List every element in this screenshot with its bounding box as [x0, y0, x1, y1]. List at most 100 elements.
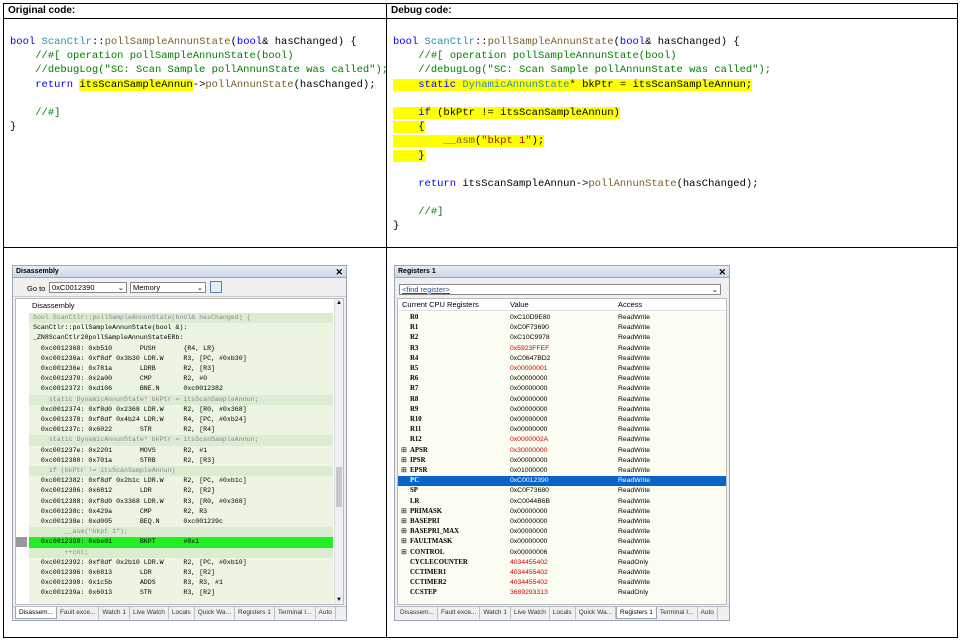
- register-value[interactable]: 0x00000000: [510, 415, 547, 425]
- register-value[interactable]: 0xC10C9978: [510, 333, 550, 343]
- register-row-r2[interactable]: R2 0xC10C9978 ReadWrite: [398, 333, 726, 343]
- register-value[interactable]: 0xC0012390: [510, 476, 549, 486]
- asm-line[interactable]: 0xc001237c: 0x6022 STR R2, [R4]: [29, 425, 333, 435]
- register-row-r1[interactable]: R1 0xC0F73690 ReadWrite: [398, 323, 726, 333]
- register-row-r8[interactable]: R8 0x00000000 ReadWrite: [398, 395, 726, 405]
- tab-locals[interactable]: Locals: [169, 607, 195, 619]
- asm-line[interactable]: 0xc0012380: 0x701a STRB R2, [R3]: [29, 456, 333, 466]
- tab-live-watch[interactable]: Live Watch: [511, 607, 550, 619]
- asm-line[interactable]: 0xc0012388: 0xf8d0 0x3368 LDR.W R3, [R0,…: [29, 497, 333, 507]
- register-row-basepri_max[interactable]: ⊞ BASEPRI_MAX 0x00000000 ReadWrite: [398, 527, 726, 537]
- asm-line[interactable]: 0xc0012396: 0x6813 LDR R3, [R2]: [29, 568, 333, 578]
- register-value[interactable]: 0x00000000: [510, 456, 547, 466]
- register-value[interactable]: 0x00000000: [510, 395, 547, 405]
- expand-icon[interactable]: ⊞: [401, 537, 407, 547]
- expand-icon[interactable]: ⊞: [401, 456, 407, 466]
- asm-line[interactable]: 0xc0012382: 0xf8df 0x2b1c LDR.W R2, [PC,…: [29, 476, 333, 486]
- scroll-down-arrow-icon[interactable]: ▼: [336, 597, 342, 603]
- asm-line[interactable]: 0xc0012368: 0xb510 PUSH {R4, LR}: [29, 344, 333, 354]
- expand-icon[interactable]: ⊞: [401, 548, 407, 558]
- register-row-faultmask[interactable]: ⊞ FAULTMASK 0x00000000 ReadWrite: [398, 537, 726, 547]
- register-row-epsr[interactable]: ⊞ EPSR 0x01000000 ReadWrite: [398, 466, 726, 476]
- tab-disassem[interactable]: Disassem...: [15, 607, 57, 619]
- register-value[interactable]: 0x00000000: [510, 537, 547, 547]
- goto-address-combo[interactable]: 0xC0012390 ⌄: [49, 282, 127, 293]
- register-value[interactable]: 0x00000001: [510, 364, 547, 374]
- register-row-control[interactable]: ⊞ CONTROL 0x00000006 ReadWrite: [398, 548, 726, 558]
- tab-disassem[interactable]: Disassem...: [397, 607, 438, 619]
- register-row-cctimer1[interactable]: CCTIMER1 4034455402 ReadWrite: [398, 568, 726, 578]
- register-value[interactable]: 0x00000000: [510, 374, 547, 384]
- register-value[interactable]: 0x30000000: [510, 446, 547, 456]
- register-row-r12[interactable]: R12 0x0000002A ReadWrite: [398, 435, 726, 445]
- register-value[interactable]: 0x00000000: [510, 507, 547, 517]
- asm-line[interactable]: 0xc0012386: 0x6812 LDR R2, [R2]: [29, 486, 333, 496]
- asm-line[interactable]: 0xc0012398: 0x1c5b ADDS R3, R3, #1: [29, 578, 333, 588]
- register-row-r9[interactable]: R9 0x00000000 ReadWrite: [398, 405, 726, 415]
- register-value[interactable]: 4034455402: [510, 558, 548, 568]
- asm-line[interactable]: 0xc001238c: 0x429a CMP R2, R3: [29, 507, 333, 517]
- find-register-combo[interactable]: <find register> ⌄: [399, 284, 721, 295]
- page-icon-button[interactable]: [210, 281, 222, 293]
- register-row-r10[interactable]: R10 0x00000000 ReadWrite: [398, 415, 726, 425]
- col-value[interactable]: Value: [510, 299, 529, 311]
- source-line[interactable]: __asm("bkpt 1");: [29, 527, 333, 538]
- register-row-primask[interactable]: ⊞ PRIMASK 0x00000000 ReadWrite: [398, 507, 726, 517]
- close-icon[interactable]: ✕: [335, 266, 343, 278]
- register-value[interactable]: 0x5923FFEF: [510, 344, 549, 354]
- asm-line[interactable]: 0xc0012392: 0xf8df 0x2b10 LDR.W R2, [PC,…: [29, 558, 333, 568]
- register-row-r7[interactable]: R7 0x00000000 ReadWrite: [398, 384, 726, 394]
- asm-line[interactable]: 0xc001239a: 0x6013 STR R3, [R2]: [29, 588, 333, 598]
- source-line[interactable]: static DynamicAnnunState* bkPtr = itsSca…: [29, 435, 333, 446]
- vertical-scrollbar[interactable]: ▲ ▼: [334, 299, 343, 604]
- register-row-r3[interactable]: R3 0x5923FFEF ReadWrite: [398, 344, 726, 354]
- asm-line[interactable]: 0xc001236e: 0x781a LDRB R2, [R3]: [29, 364, 333, 374]
- register-value[interactable]: 0x00000006: [510, 548, 547, 558]
- register-row-ipsr[interactable]: ⊞ IPSR 0x00000000 ReadWrite: [398, 456, 726, 466]
- scroll-up-arrow-icon[interactable]: ▲: [336, 300, 342, 306]
- register-value[interactable]: 0xC10D9E80: [510, 313, 550, 323]
- expand-icon[interactable]: ⊞: [401, 507, 407, 517]
- register-row-basepri[interactable]: ⊞ BASEPRI 0x00000000 ReadWrite: [398, 517, 726, 527]
- tab-quick-wa[interactable]: Quick Wa...: [576, 607, 617, 619]
- register-value[interactable]: 0xC0647BD2: [510, 354, 550, 364]
- register-row-cctimer2[interactable]: CCTIMER2 4034455402 ReadWrite: [398, 578, 726, 588]
- register-value[interactable]: 4034455402: [510, 568, 548, 578]
- register-value[interactable]: 0x00000000: [510, 425, 547, 435]
- tab-fault-exce[interactable]: Fault exce...: [57, 607, 100, 619]
- register-value[interactable]: 0x00000000: [510, 384, 547, 394]
- tab-locals[interactable]: Locals: [550, 607, 576, 619]
- current-instruction-line[interactable]: 0xc0012390: 0xbe01 BKPT #0x1: [29, 537, 333, 548]
- tab-registers-1[interactable]: Registers 1: [616, 607, 657, 619]
- tab-auto[interactable]: Auto: [698, 607, 718, 619]
- source-line[interactable]: static DynamicAnnunState* bkPtr = itsSca…: [29, 394, 333, 405]
- register-value[interactable]: 3689293313: [510, 588, 548, 598]
- asm-line[interactable]: _ZN8ScanCtlr20pollSampleAnnunStateERb:: [29, 333, 333, 343]
- expand-icon[interactable]: ⊞: [401, 466, 407, 476]
- register-row-cyclecounter[interactable]: CYCLECOUNTER 4034455402 ReadOnly: [398, 558, 726, 568]
- register-row-apsr[interactable]: ⊞ APSR 0x30000000 ReadWrite: [398, 446, 726, 456]
- register-row-r4[interactable]: R4 0xC0647BD2 ReadWrite: [398, 354, 726, 364]
- asm-line[interactable]: 0xc0012372: 0xd106 BNE.N 0xc0012382: [29, 384, 333, 394]
- asm-line[interactable]: 0xc001237e: 0x2201 MOVS R2, #1: [29, 446, 333, 456]
- register-value[interactable]: 0x00000000: [510, 527, 547, 537]
- register-value[interactable]: 0x01000000: [510, 466, 547, 476]
- close-icon[interactable]: ✕: [718, 266, 726, 278]
- source-line[interactable]: ++cnt;: [29, 547, 333, 558]
- tab-registers-1[interactable]: Registers 1: [235, 607, 275, 619]
- asm-line[interactable]: 0xc0012374: 0xf8d0 0x2368 LDR.W R2, [R0,…: [29, 405, 333, 415]
- tab-terminal-i[interactable]: Terminal I...: [657, 607, 698, 619]
- tab-watch-1[interactable]: Watch 1: [99, 607, 130, 619]
- register-row-sp[interactable]: SP 0xC0F73680 ReadWrite: [398, 486, 726, 496]
- tab-terminal-i[interactable]: Terminal I...: [275, 607, 316, 619]
- register-row-r0[interactable]: R0 0xC10D9E80 ReadWrite: [398, 313, 726, 323]
- tab-watch-1[interactable]: Watch 1: [480, 607, 511, 619]
- register-value[interactable]: 0x00000000: [510, 405, 547, 415]
- tab-quick-wa[interactable]: Quick Wa...: [195, 607, 236, 619]
- register-row-r5[interactable]: R5 0x00000001 ReadWrite: [398, 364, 726, 374]
- register-row-pc[interactable]: PC 0xC0012390 ReadWrite: [398, 476, 726, 487]
- register-row-r11[interactable]: R11 0x00000000 ReadWrite: [398, 425, 726, 435]
- expand-icon[interactable]: ⊞: [401, 527, 407, 537]
- register-value[interactable]: 0xC0F73680: [510, 486, 549, 496]
- asm-line[interactable]: 0xc0012378: 0xf8df 0x4b24 LDR.W R4, [PC,…: [29, 415, 333, 425]
